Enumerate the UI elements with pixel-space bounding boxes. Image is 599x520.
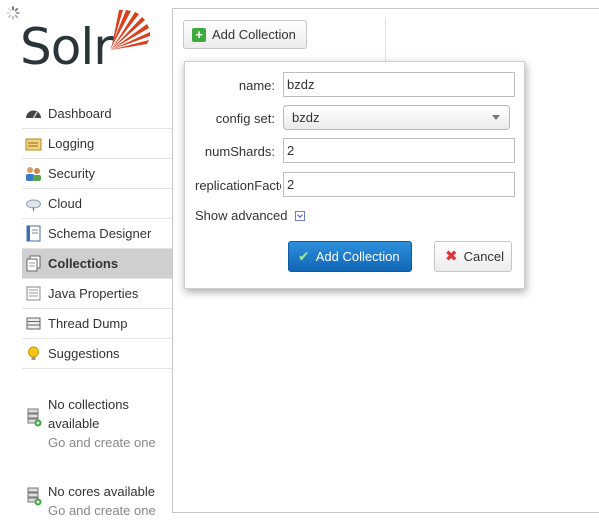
sidebar-item-label: Collections	[48, 256, 119, 271]
database-icon	[27, 408, 42, 427]
name-row: name:	[185, 72, 526, 98]
sidebar-item-cloud[interactable]: Cloud	[22, 189, 172, 219]
solr-logo[interactable]: Solr	[20, 8, 160, 78]
sidebar-item-collections[interactable]: Collections	[22, 249, 172, 279]
add-collection-label: Add Collection	[212, 27, 296, 42]
config-set-select[interactable]: bzdz	[283, 105, 510, 130]
sidebar-item-label: Security	[48, 166, 95, 181]
sidebar-item-label: Thread Dump	[48, 316, 128, 331]
create-collection-link[interactable]: Go and create one	[48, 433, 156, 452]
plus-icon: +	[192, 27, 206, 42]
checkmark-icon: ✔	[298, 248, 310, 264]
no-collections-line1: No collections	[48, 397, 129, 412]
no-cores-line1: No cores available	[48, 484, 155, 499]
no-cores-notice: No cores available Go and create one	[26, 482, 176, 520]
sidebar-item-label: Dashboard	[48, 106, 112, 121]
java-properties-icon	[25, 285, 42, 302]
create-core-link[interactable]: Go and create one	[48, 501, 156, 520]
num-shards-label: numShards:	[204, 144, 275, 159]
close-icon: ✖	[445, 248, 458, 265]
loading-spinner-icon	[6, 6, 20, 20]
expand-icon	[294, 210, 305, 221]
replication-factor-row: replicationFactor:	[185, 172, 526, 198]
lightbulb-icon	[25, 345, 42, 362]
logging-icon	[25, 135, 42, 152]
sidebar-item-logging[interactable]: Logging	[22, 129, 172, 159]
dashboard-icon	[25, 105, 42, 122]
logo-text: Solr	[20, 18, 114, 76]
cancel-label: Cancel	[463, 249, 505, 264]
sidebar-nav: Dashboard Logging Security Cloud Schema …	[22, 99, 172, 369]
sidebar-item-thread-dump[interactable]: Thread Dump	[22, 309, 172, 339]
sidebar-item-security[interactable]: Security	[22, 159, 172, 189]
cancel-button[interactable]: ✖ Cancel	[434, 241, 512, 272]
replication-factor-label: replicationFactor:	[195, 178, 281, 193]
name-label: name:	[238, 78, 275, 93]
add-collection-dialog: name: config set: bzdz numShards: replic…	[184, 61, 525, 289]
thread-dump-icon	[25, 315, 42, 332]
sidebar-item-java-properties[interactable]: Java Properties	[22, 279, 172, 309]
no-collections-line2: available	[48, 416, 100, 431]
sidebar-item-label: Suggestions	[48, 346, 120, 361]
sidebar-item-suggestions[interactable]: Suggestions	[22, 339, 172, 369]
sidebar-item-label: Logging	[48, 136, 95, 151]
config-set-value: bzdz	[292, 110, 320, 125]
database-icon	[27, 487, 42, 506]
sidebar-item-label: Java Properties	[48, 286, 139, 301]
schema-designer-icon	[25, 225, 42, 242]
config-set-row: config set: bzdz	[185, 105, 526, 131]
no-collections-notice: No collections available Go and create o…	[26, 395, 176, 452]
config-set-label: config set:	[215, 111, 275, 126]
sidebar-item-schema-designer[interactable]: Schema Designer	[22, 219, 172, 249]
name-input[interactable]	[283, 72, 515, 97]
num-shards-input[interactable]	[283, 138, 515, 163]
sidebar-item-dashboard[interactable]: Dashboard	[22, 99, 172, 129]
submit-add-collection-button[interactable]: ✔ Add Collection	[288, 241, 412, 272]
num-shards-row: numShards:	[185, 138, 526, 164]
collections-icon	[25, 255, 42, 272]
solr-sunburst-icon	[110, 10, 150, 50]
show-advanced-label: Show advanced	[195, 208, 288, 223]
submit-label: Add Collection	[315, 249, 400, 264]
sidebar-item-label: Cloud	[48, 196, 82, 211]
security-icon	[25, 165, 42, 182]
cloud-icon	[25, 195, 42, 212]
replication-factor-input[interactable]	[283, 172, 515, 197]
show-advanced-toggle[interactable]: Show advanced	[195, 208, 305, 223]
chevron-down-icon	[492, 115, 500, 120]
sidebar-item-label: Schema Designer	[48, 226, 152, 241]
add-collection-button[interactable]: + Add Collection	[183, 20, 307, 49]
